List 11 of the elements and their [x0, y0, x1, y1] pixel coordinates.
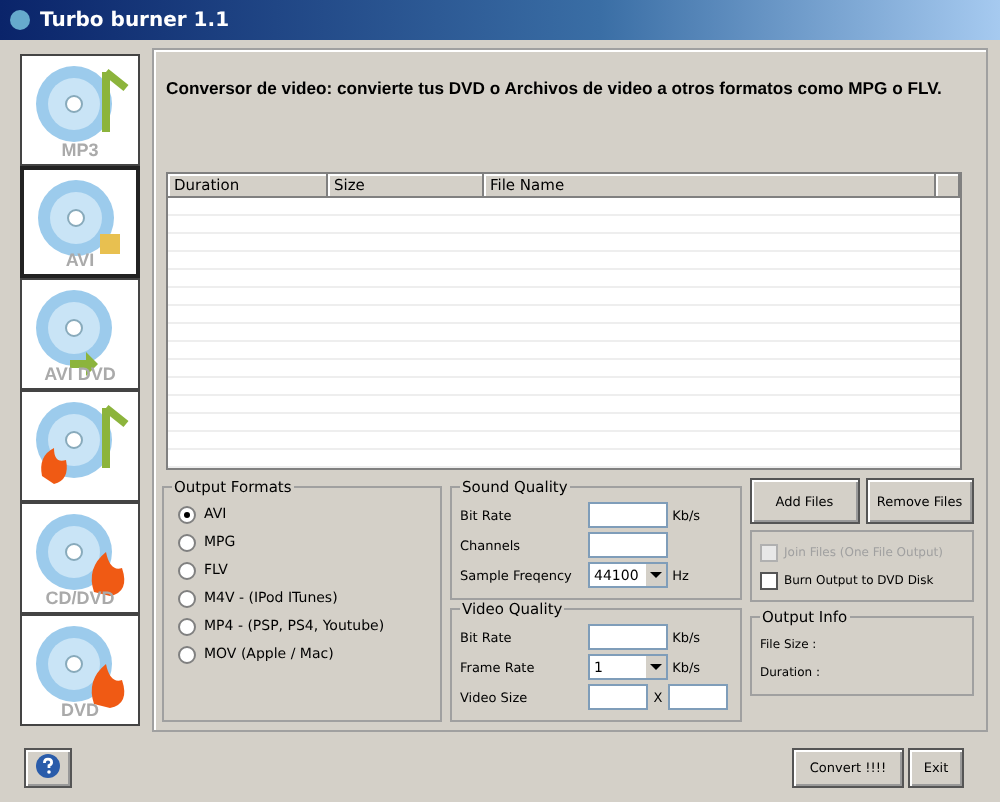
input-field[interactable]: [588, 684, 648, 710]
help-button[interactable]: [24, 748, 72, 788]
input-field[interactable]: [588, 624, 668, 650]
window-title: Turbo burner 1.1: [0, 0, 1000, 40]
help-icon: [36, 754, 60, 778]
app-icon: [8, 8, 32, 32]
header-text: Conversor de video: convierte tus DVD o Archivos de video a otros formatos como MPG o FLV.: [166, 78, 944, 102]
input-field[interactable]: [588, 532, 668, 558]
sidebar-item[interactable]: [20, 390, 140, 502]
input-field[interactable]: [588, 502, 668, 528]
input-field[interactable]: [668, 684, 728, 710]
